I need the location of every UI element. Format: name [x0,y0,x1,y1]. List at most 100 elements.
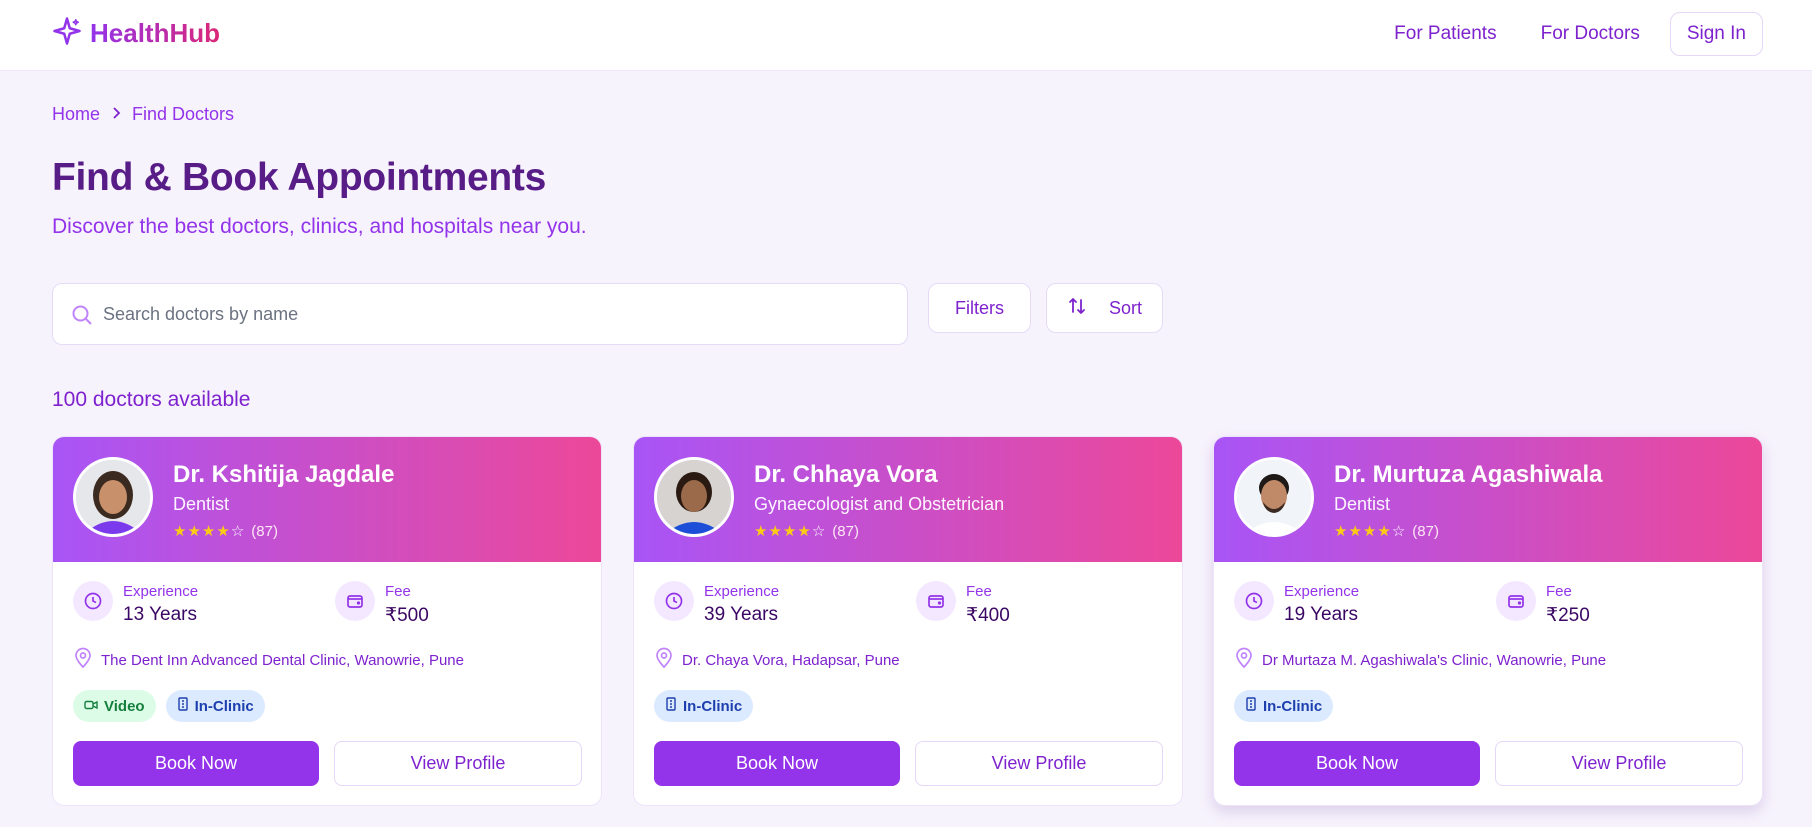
doctor-location: The Dent Inn Advanced Dental Clinic, Wan… [73,647,464,673]
main-nav: For Patients For Doctors Sign In [1372,12,1763,56]
star-empty-icon: ☆ [1391,523,1406,540]
book-now-button[interactable]: Book Now [654,741,900,786]
wallet-icon [1496,581,1536,621]
breadcrumb-current[interactable]: Find Doctors [132,104,234,125]
fee-stat: Fee ₹400 [916,581,1010,627]
doctor-name[interactable]: Dr. Chhaya Vora [754,461,938,489]
view-profile-button[interactable]: View Profile [334,741,582,786]
in-clinic-tag-label: In-Clinic [1263,697,1323,715]
sign-in-button[interactable]: Sign In [1669,12,1763,56]
clock-icon [654,581,694,621]
star-filled-icon: ★ [768,523,782,540]
map-pin-icon [654,647,674,673]
experience-label: Experience [704,583,780,600]
view-profile-button[interactable]: View Profile [1495,741,1743,786]
consultation-tags: Video In-Clinic [73,690,265,722]
filters-button[interactable]: Filters [928,283,1031,333]
experience-value: 39 Years [704,604,778,625]
in-clinic-tag: In-Clinic [1234,690,1334,722]
doctor-card-header: Dr. Murtuza Agashiwala Dentist ★ ★ ★ ★ ☆… [1214,437,1762,562]
doctor-avatar[interactable] [654,457,734,537]
fee-value: ₹400 [966,605,1010,626]
nav-for-patients[interactable]: For Patients [1372,12,1518,56]
review-count: (87) [251,523,278,540]
video-tag-label: Video [104,697,145,715]
clock-icon [1234,581,1274,621]
sparkle-icon [52,16,82,51]
in-clinic-tag: In-Clinic [654,690,754,722]
star-filled-icon: ★ [1348,523,1362,540]
building-icon [177,697,189,715]
doctor-rating: ★ ★ ★ ★ ☆ (87) [1334,523,1439,540]
review-count: (87) [1412,523,1439,540]
chevron-right-icon [110,104,122,125]
breadcrumb: Home Find Doctors [52,104,234,125]
review-count: (87) [832,523,859,540]
doctor-rating: ★ ★ ★ ★ ☆ (87) [173,523,278,540]
doctor-card-header: Dr. Kshitija Jagdale Dentist ★ ★ ★ ★ ☆ (… [53,437,601,562]
doctor-location: Dr. Chaya Vora, Hadapsar, Pune [654,647,900,673]
doctor-name[interactable]: Dr. Kshitija Jagdale [173,461,394,489]
video-tag: Video [73,690,156,722]
book-now-button[interactable]: Book Now [73,741,319,786]
doctor-rating: ★ ★ ★ ★ ☆ (87) [754,523,859,540]
fee-stat: Fee ₹500 [335,581,429,627]
top-navbar: HealthHub For Patients For Doctors Sign … [0,0,1812,71]
experience-label: Experience [123,583,199,600]
star-filled-icon: ★ [797,523,811,540]
consultation-tags: In-Clinic [654,690,754,722]
location-text: Dr. Chaya Vora, Hadapsar, Pune [682,651,900,669]
video-camera-icon [84,698,98,715]
experience-stat: Experience 39 Years [654,581,779,626]
star-filled-icon: ★ [187,523,201,540]
consultation-tags: In-Clinic [1234,690,1334,722]
doctor-card: Dr. Murtuza Agashiwala Dentist ★ ★ ★ ★ ☆… [1213,436,1763,806]
page-title: Find & Book Appointments [52,156,546,199]
doctor-specialty: Dentist [1334,494,1391,514]
search-box [52,283,908,345]
star-empty-icon: ☆ [811,523,826,540]
results-count: 100 doctors available [52,388,251,411]
fee-label: Fee [385,583,411,600]
sort-button[interactable]: Sort [1046,283,1163,333]
in-clinic-tag: In-Clinic [165,690,265,722]
doctor-card: Dr. Kshitija Jagdale Dentist ★ ★ ★ ★ ☆ (… [52,436,602,806]
star-filled-icon: ★ [1362,523,1377,540]
star-filled-icon: ★ [754,523,768,540]
doctor-avatar[interactable] [1234,457,1314,537]
breadcrumb-home[interactable]: Home [52,104,100,125]
experience-label: Experience [1284,583,1360,600]
book-now-button[interactable]: Book Now [1234,741,1480,786]
doctor-avatar[interactable] [73,457,153,537]
star-filled-icon: ★ [1334,523,1348,540]
building-icon [665,697,677,715]
sort-label: Sort [1108,297,1142,318]
in-clinic-tag-label: In-Clinic [683,697,743,715]
doctor-specialty: Gynaecologist and Obstetrician [754,494,1005,514]
experience-value: 19 Years [1284,604,1358,625]
nav-for-doctors[interactable]: For Doctors [1519,12,1662,56]
fee-value: ₹500 [385,605,429,626]
fee-stat: Fee ₹250 [1496,581,1590,627]
fee-label: Fee [1546,583,1572,600]
clock-icon [73,581,113,621]
search-icon [70,303,94,332]
view-profile-button[interactable]: View Profile [915,741,1163,786]
map-pin-icon [1234,647,1254,673]
star-filled-icon: ★ [216,523,230,540]
search-input[interactable] [103,284,883,344]
doctor-name[interactable]: Dr. Murtuza Agashiwala [1334,461,1603,489]
star-filled-icon: ★ [1377,523,1391,540]
experience-stat: Experience 19 Years [1234,581,1359,626]
location-text: The Dent Inn Advanced Dental Clinic, Wan… [101,651,464,669]
star-filled-icon: ★ [782,523,797,540]
page-subtitle: Discover the best doctors, clinics, and … [52,215,587,238]
sort-arrows-icon [1067,296,1087,321]
brand-logo[interactable]: HealthHub [52,16,220,51]
star-empty-icon: ☆ [230,523,245,540]
building-icon [1245,697,1257,715]
experience-value: 13 Years [123,604,197,625]
brand-name: HealthHub [90,18,220,48]
doctor-specialty: Dentist [173,494,230,514]
wallet-icon [916,581,956,621]
